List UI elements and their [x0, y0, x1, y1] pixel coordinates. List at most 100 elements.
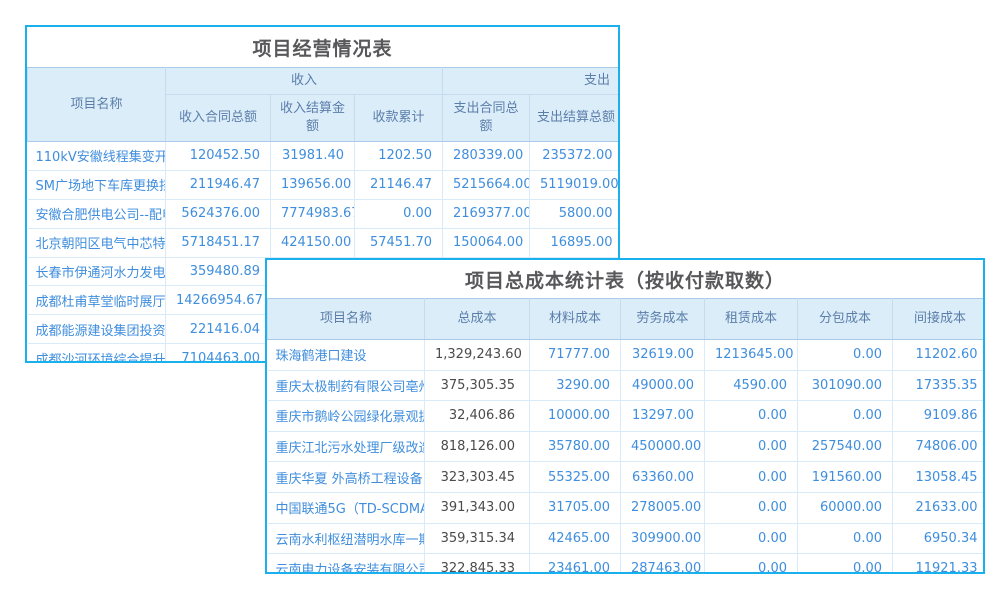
- column-header: 总成本: [425, 299, 530, 340]
- amount-cell: 235372.00: [530, 142, 620, 171]
- table-row: 北京朝阳区电气中芯特殊5718451.17424150.0057451.7015…: [28, 228, 621, 257]
- column-header: 收入合同总额: [166, 95, 271, 142]
- project-name-link[interactable]: 珠海鹤港口建设: [268, 340, 425, 371]
- column-header: 收入结算金额: [271, 95, 355, 142]
- table2-header: 项目名称 总成本 材料成本 劳务成本 租赁成本 分包成本 间接成本: [268, 299, 986, 340]
- project-name-link[interactable]: 成都沙河环境综合提升: [28, 344, 166, 363]
- project-name-link[interactable]: 云南电力设备安装有限公司: [268, 554, 425, 574]
- amount-cell: 42465.00: [530, 523, 621, 554]
- amount-cell: 5718451.17: [166, 228, 271, 257]
- amount-cell: 60000.00: [798, 492, 893, 523]
- column-header: 分包成本: [798, 299, 893, 340]
- amount-cell: 5119019.00: [530, 170, 620, 199]
- amount-cell: 0.00: [798, 401, 893, 432]
- column-header: 支出结算总额: [530, 95, 620, 142]
- project-name-link[interactable]: 安徽合肥供电公司--配电网: [28, 199, 166, 228]
- project-name-link[interactable]: 中国联通5G（TD-SCDMA）: [268, 492, 425, 523]
- amount-cell: 211946.47: [166, 170, 271, 199]
- project-name-link[interactable]: 成都杜甫草堂临时展厅: [28, 286, 166, 315]
- column-header: 间接成本: [893, 299, 986, 340]
- project-name-link[interactable]: 重庆太极制药有限公司亳州: [268, 370, 425, 401]
- project-name-link[interactable]: 110kV安徽线程集变开闭: [28, 142, 166, 171]
- amount-cell: 5215664.00: [443, 170, 530, 199]
- table1-header: 项目名称 收入 支出 收入合同总额 收入结算金额 收款累计 支出合同总额 支出结…: [28, 68, 621, 142]
- total-cost-cell: 818,126.00: [425, 431, 530, 462]
- amount-cell: 150064.00: [443, 228, 530, 257]
- column-header: 支出合同总额: [443, 95, 530, 142]
- amount-cell: 0.00: [798, 523, 893, 554]
- page: 项目经营情况表 项目名称 收入 支出 收入合同总额 收入结算金额 收款累计 支出…: [0, 0, 1000, 600]
- amount-cell: 1202.50: [355, 142, 443, 171]
- total-cost-cell: 375,305.35: [425, 370, 530, 401]
- amount-cell: 221416.04: [166, 315, 271, 344]
- amount-cell: 0.00: [705, 523, 798, 554]
- amount-cell: 5800.00: [530, 199, 620, 228]
- project-name-link[interactable]: 重庆江北污水处理厂级改造: [268, 431, 425, 462]
- amount-cell: 57451.70: [355, 228, 443, 257]
- amount-cell: 5624376.00: [166, 199, 271, 228]
- amount-cell: 74806.00: [893, 431, 986, 462]
- amount-cell: 11921.33: [893, 554, 986, 574]
- amount-cell: 7104463.00: [166, 344, 271, 363]
- project-name-link[interactable]: 云南水利枢纽潜明水库一期: [268, 523, 425, 554]
- project-name-link[interactable]: SM广场地下车库更换挡板: [28, 170, 166, 199]
- amount-cell: 10000.00: [530, 401, 621, 432]
- table-row: 云南水利枢纽潜明水库一期359,315.3442465.00309900.000…: [268, 523, 986, 554]
- amount-cell: 31981.40: [271, 142, 355, 171]
- column-header: 收款累计: [355, 95, 443, 142]
- table-row: 110kV安徽线程集变开闭120452.5031981.401202.50280…: [28, 142, 621, 171]
- column-header: 劳务成本: [621, 299, 705, 340]
- table2-title: 项目总成本统计表（按收付款取数）: [267, 260, 983, 298]
- amount-cell: 14266954.67: [166, 286, 271, 315]
- table-row: SM广场地下车库更换挡板211946.47139656.0021146.4752…: [28, 170, 621, 199]
- amount-cell: 257540.00: [798, 431, 893, 462]
- amount-cell: 63360.00: [621, 462, 705, 493]
- project-name-link[interactable]: 重庆市鹅岭公园绿化景观提升: [268, 401, 425, 432]
- amount-cell: 71777.00: [530, 340, 621, 371]
- amount-cell: 0.00: [705, 554, 798, 574]
- table2-body: 珠海鹤港口建设1,329,243.6071777.0032619.0012136…: [268, 340, 986, 575]
- amount-cell: 23461.00: [530, 554, 621, 574]
- amount-cell: 450000.00: [621, 431, 705, 462]
- amount-cell: 13058.45: [893, 462, 986, 493]
- total-cost-cell: 322,845.33: [425, 554, 530, 574]
- amount-cell: 21146.47: [355, 170, 443, 199]
- amount-cell: 13297.00: [621, 401, 705, 432]
- amount-cell: 0.00: [798, 340, 893, 371]
- amount-cell: 31705.00: [530, 492, 621, 523]
- amount-cell: 191560.00: [798, 462, 893, 493]
- amount-cell: 0.00: [705, 431, 798, 462]
- amount-cell: 49000.00: [621, 370, 705, 401]
- total-cost-cell: 1,329,243.60: [425, 340, 530, 371]
- amount-cell: 0.00: [705, 492, 798, 523]
- amount-cell: 280339.00: [443, 142, 530, 171]
- amount-cell: 1213645.00: [705, 340, 798, 371]
- amount-cell: 11202.60: [893, 340, 986, 371]
- amount-cell: 7774983.67: [271, 199, 355, 228]
- column-header-project-name: 项目名称: [28, 68, 166, 142]
- amount-cell: 424150.00: [271, 228, 355, 257]
- amount-cell: 301090.00: [798, 370, 893, 401]
- table-row: 珠海鹤港口建设1,329,243.6071777.0032619.0012136…: [268, 340, 986, 371]
- amount-cell: 359480.89: [166, 257, 271, 286]
- amount-cell: 0.00: [355, 199, 443, 228]
- total-cost-cell: 391,343.00: [425, 492, 530, 523]
- total-cost-table: 项目名称 总成本 材料成本 劳务成本 租赁成本 分包成本 间接成本 珠海鹤港口建…: [267, 298, 985, 574]
- table-row: 云南电力设备安装有限公司322,845.3323461.00287463.000…: [268, 554, 986, 574]
- table-row: 中国联通5G（TD-SCDMA）391,343.0031705.00278005…: [268, 492, 986, 523]
- amount-cell: 0.00: [705, 401, 798, 432]
- column-header-project-name: 项目名称: [268, 299, 425, 340]
- project-name-link[interactable]: 成都能源建设集团投资: [28, 315, 166, 344]
- project-name-link[interactable]: 长春市伊通河水力发电: [28, 257, 166, 286]
- amount-cell: 4590.00: [705, 370, 798, 401]
- total-cost-table-card: 项目总成本统计表（按收付款取数） 项目名称 总成本 材料成本 劳务成本 租赁成本…: [265, 258, 985, 574]
- project-name-link[interactable]: 北京朝阳区电气中芯特殊: [28, 228, 166, 257]
- amount-cell: 16895.00: [530, 228, 620, 257]
- amount-cell: 2169377.00: [443, 199, 530, 228]
- total-cost-cell: 323,303.45: [425, 462, 530, 493]
- project-name-link[interactable]: 重庆华夏 外高桥工程设备: [268, 462, 425, 493]
- amount-cell: 3290.00: [530, 370, 621, 401]
- column-header: 材料成本: [530, 299, 621, 340]
- total-cost-cell: 359,315.34: [425, 523, 530, 554]
- amount-cell: 120452.50: [166, 142, 271, 171]
